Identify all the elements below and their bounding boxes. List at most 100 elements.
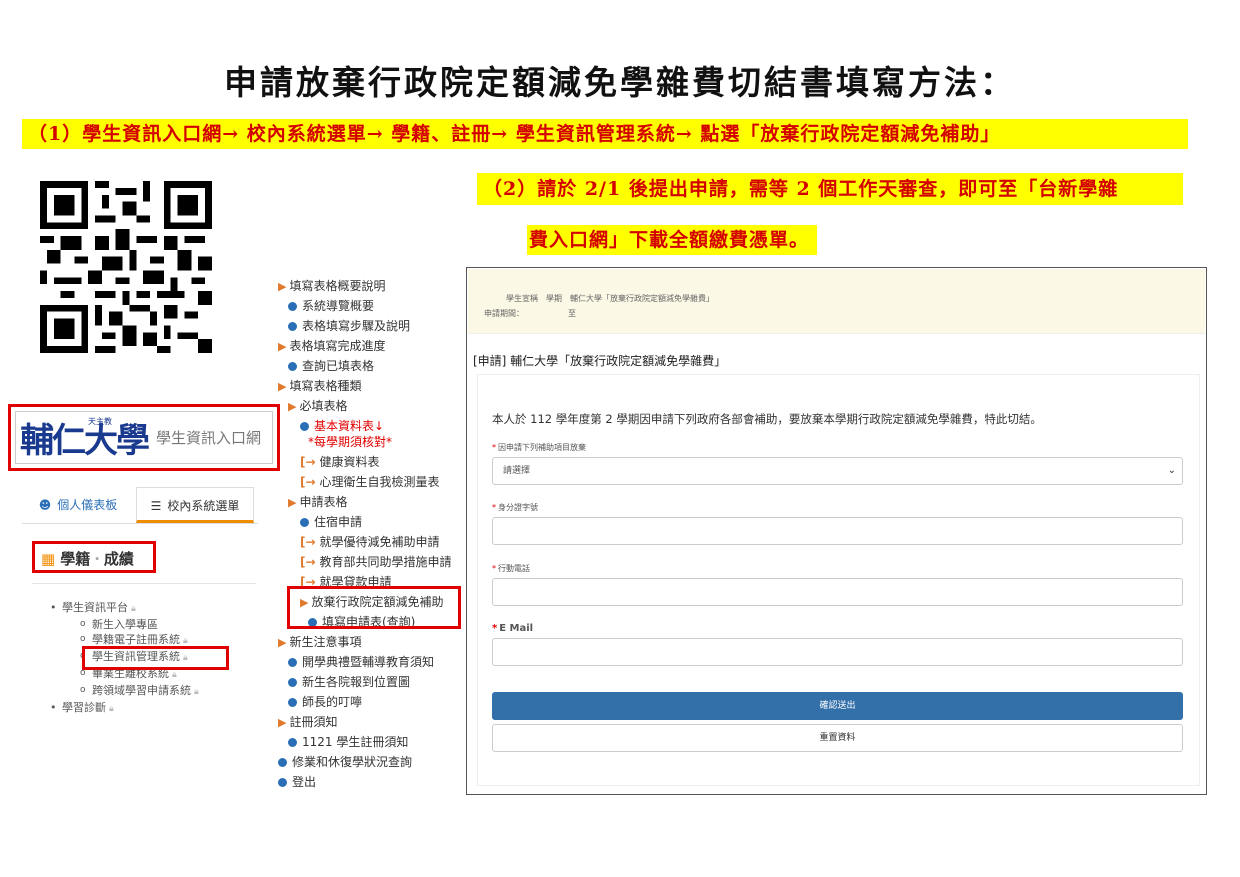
form-card: 本人於 112 學年度第 2 學期因申請下列政府各部會補助，要放棄本學期行政院定… xyxy=(477,374,1200,786)
menu-item-mental-health[interactable]: [→ 心理衛生自我檢測量表 xyxy=(278,472,452,492)
menu-item-housing[interactable]: 住宿申請 xyxy=(278,512,452,532)
tab-dashboard[interactable]: ☻ 個人儀表板 xyxy=(22,487,134,523)
menu-label: 新生各院報到位置圖 xyxy=(302,675,411,689)
required-mark: * xyxy=(492,564,496,573)
menu-label: 新生注意事項 xyxy=(289,635,362,649)
menu-label: 必填表格 xyxy=(299,399,348,413)
tree-item-student-platform[interactable]: 學生資訊平台🔒︎ xyxy=(50,600,199,617)
email-input[interactable] xyxy=(492,638,1183,666)
tree-item-label: 學習診斷 xyxy=(62,701,106,714)
form-header-line1: 學生宣稱 學期 輔仁大學「放棄行政院定額減免學雜費」 xyxy=(506,294,714,303)
bullet-icon xyxy=(288,678,297,687)
menu-label: *每學期須核對* xyxy=(308,435,393,449)
triangle-right-icon: ▶ xyxy=(278,380,287,393)
menu-item-health[interactable]: [→ 健康資料表 xyxy=(278,452,452,472)
menu-label: 表格填寫步驟及說明 xyxy=(302,319,411,333)
bullet-icon xyxy=(288,302,297,311)
tree-item-cross-domain[interactable]: 跨領域學習申請系統🔒︎ xyxy=(62,683,199,700)
id-number-input[interactable] xyxy=(492,517,1183,545)
menu-section-registration[interactable]: ▶ 註冊須知 xyxy=(278,712,452,732)
lock-icon: 🔒︎ xyxy=(194,687,199,697)
form-title: [申請] 輔仁大學「放棄行政院定額減免學雜費」 xyxy=(473,354,727,368)
form-icon: [→ xyxy=(300,455,316,469)
menu-section-freshman-notes[interactable]: ▶ 新生注意事項 xyxy=(278,632,452,652)
menu-label: 系統導覽概要 xyxy=(302,299,375,313)
menu-subsection-applications[interactable]: ▶ 申請表格 xyxy=(278,492,452,512)
form-header-line2: 申請期間： 至 xyxy=(484,309,576,318)
field-id-label-text: 身分證字號 xyxy=(498,503,538,512)
application-form-panel: 學生宣稱 學期 輔仁大學「放棄行政院定額減免學雜費」 申請期間： 至 [申請] … xyxy=(466,267,1207,795)
field-email-label-text: E Mail xyxy=(499,623,534,634)
dashboard-icon: ☻ xyxy=(38,498,52,512)
tab-campus-systems-label: 校內系統選單 xyxy=(167,499,240,513)
category-callout: ▦ 學籍 · 成績 xyxy=(32,541,156,573)
menu-label: 開學典禮暨輔導教育須知 xyxy=(302,655,435,669)
lock-icon: 🔒︎ xyxy=(109,704,114,714)
tree-item-label: 學生資訊平台 xyxy=(62,601,128,614)
triangle-right-icon: ▶ xyxy=(288,400,297,413)
menu-section-form-types[interactable]: ▶ 填寫表格種類 xyxy=(278,376,452,396)
reset-button[interactable]: 重置資料 xyxy=(492,724,1183,752)
menu-item-fill-steps[interactable]: 表格填寫步驟及說明 xyxy=(278,316,452,336)
form-icon: [→ xyxy=(300,555,316,569)
category-part2: 成績 xyxy=(103,550,134,568)
menu-section-overview[interactable]: ▶ 填寫表格概要說明 xyxy=(278,276,452,296)
menu-label: 住宿申請 xyxy=(314,515,363,529)
triangle-right-icon: ▶ xyxy=(278,280,287,293)
menu-item-moe-assistance[interactable]: [→ 教育部共同助學措施申請 xyxy=(278,552,452,572)
bullet-icon xyxy=(300,518,309,527)
tree-item-learning-diagnosis[interactable]: 學習診斷🔒︎ xyxy=(50,700,199,717)
menu-item-system-guide[interactable]: 系統導覽概要 xyxy=(278,296,452,316)
tree-item-label: 跨領域學習申請系統 xyxy=(92,684,191,697)
tree-item-freshman[interactable]: 新生入學專區 xyxy=(62,617,199,632)
subsidy-select[interactable]: 請選擇 ⌄ xyxy=(492,457,1183,485)
form-icon: [→ xyxy=(300,475,316,489)
menu-label: 修業和休復學狀況查詢 xyxy=(292,755,413,769)
form-icon: [→ xyxy=(300,535,316,549)
menu-item-reminders[interactable]: 師長的叮嚀 xyxy=(278,692,452,712)
category-divider xyxy=(32,583,256,584)
menu-item-study-status[interactable]: 修業和休復學狀況查詢 xyxy=(278,752,452,772)
menu-icon: ☰ xyxy=(150,499,162,513)
menu-subsection-required[interactable]: ▶ 必填表格 xyxy=(278,396,452,416)
form-menu: ▶ 填寫表格概要說明 系統導覽概要 表格填寫步驟及說明 ▶ 表格填寫完成進度 查詢已… xyxy=(278,276,452,792)
submit-button[interactable]: 確認送出 xyxy=(492,692,1183,720)
lock-icon: 🔒︎ xyxy=(183,636,188,646)
subsidy-select-value: 請選擇 xyxy=(503,466,531,476)
category-part1: 學籍 xyxy=(60,550,91,568)
bullet-icon xyxy=(288,362,297,371)
lock-icon: 🔒︎ xyxy=(131,604,136,614)
tab-dashboard-label: 個人儀表板 xyxy=(57,498,118,512)
bullet-icon xyxy=(288,658,297,667)
field-subsidy-label-text: 因申請下列補助項目放棄 xyxy=(498,443,586,452)
category-heading[interactable]: ▦ 學籍 · 成績 xyxy=(41,548,134,570)
menu-label: 註冊須知 xyxy=(289,715,338,729)
university-logo: 輔仁大學 xyxy=(20,421,150,461)
bullet-icon xyxy=(288,698,297,707)
logo-subtext: 天主教 xyxy=(88,417,112,426)
form-statement: 本人於 112 學年度第 2 學期因申請下列政府各部會補助，要放棄本學期行政院定… xyxy=(492,412,1042,426)
field-subsidy-label: * 因申請下列補助項目放棄 xyxy=(492,442,586,453)
field-id-label: * 身分證字號 xyxy=(492,502,538,513)
menu-label: 查詢已填表格 xyxy=(302,359,375,373)
required-mark: * xyxy=(492,503,496,512)
menu-item-tuition-waiver[interactable]: [→ 就學優待減免補助申請 xyxy=(278,532,452,552)
menu-label: 登出 xyxy=(292,775,317,789)
required-mark: * xyxy=(492,623,498,634)
menu-label: 填寫表格種類 xyxy=(289,379,362,393)
menu-item-query-forms[interactable]: 查詢已填表格 xyxy=(278,356,452,376)
menu-section-progress[interactable]: ▶ 表格填寫完成進度 xyxy=(278,336,452,356)
form-header: 學生宣稱 學期 輔仁大學「放棄行政院定額減免學雜費」 申請期間： 至 xyxy=(468,269,1205,334)
portal-logo-callout: 天主教 輔仁大學 學生資訊入口網 xyxy=(8,404,280,471)
menu-item-check-in-map[interactable]: 新生各院報到位置圖 xyxy=(278,672,452,692)
menu-item-registration-notes[interactable]: 1121 學生註冊須知 xyxy=(278,732,452,752)
menu-item-logout[interactable]: 登出 xyxy=(278,772,452,792)
bullet-icon xyxy=(278,778,287,787)
tree-item-label: 新生入學專區 xyxy=(92,618,158,631)
tab-campus-systems[interactable]: ☰ 校內系統選單 xyxy=(136,487,254,523)
portal-name: 學生資訊入口網 xyxy=(156,429,262,447)
sitemap-icon: ▦ xyxy=(41,550,56,568)
menu-item-ceremony[interactable]: 開學典禮暨輔導教育須知 xyxy=(278,652,452,672)
portal-logo[interactable]: 天主教 輔仁大學 學生資訊入口網 xyxy=(15,411,273,464)
phone-input[interactable] xyxy=(492,578,1183,606)
